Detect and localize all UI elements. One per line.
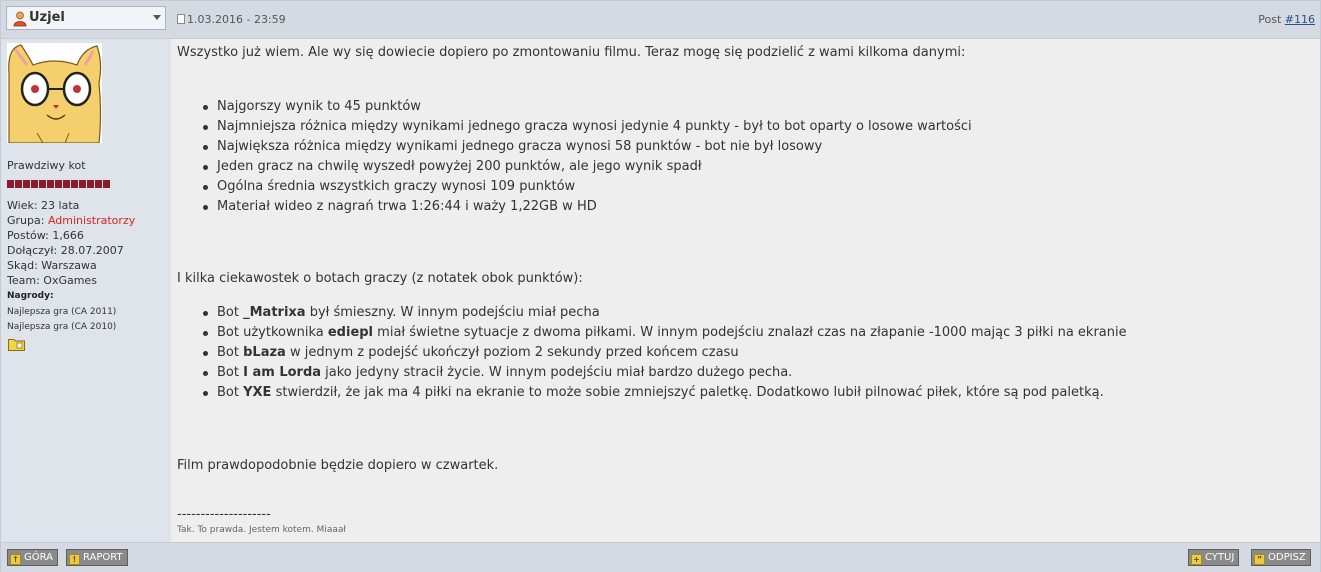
list-item: Bot YXE stwierdził, że jak ma 4 piłki na… [201, 383, 1127, 403]
user-rank: Prawdziwy kot [7, 159, 86, 172]
plus-icon: + [1191, 554, 1202, 565]
post-number: Post #116 [1258, 13, 1315, 26]
bot-text: Bot [217, 345, 244, 360]
rank-pip [7, 180, 14, 188]
bot-name: _Matrixa [243, 305, 306, 320]
bot-text: był śmieszny. W innym podejściu miał pec… [305, 305, 600, 320]
rank-pip [103, 180, 110, 188]
info-label: Team: [7, 274, 44, 287]
list-item: Jeden gracz na chwilę wyszedł powyżej 20… [201, 157, 972, 177]
list-item: Bot użytkownika ediepl miał świetne sytu… [201, 323, 1127, 343]
list-item: Ogólna średnia wszystkich graczy wynosi … [201, 177, 972, 197]
user-icon [13, 11, 27, 27]
folder-icon[interactable] [8, 337, 25, 351]
bot-name: ediepl [327, 325, 374, 340]
info-value: 23 lata [41, 199, 80, 212]
post-header: Uzjel 1.03.2016 - 23:59 Post #116 [1, 1, 1320, 39]
rank-pip [71, 180, 78, 188]
rank-pips [7, 173, 111, 192]
info-location: Skąd: Warszawa [7, 258, 135, 273]
bot-name: I am Lorda [243, 365, 322, 380]
dropdown-arrow-icon [153, 15, 161, 20]
bot-text: w jednym z podejść ukończył poziom 2 sek… [285, 345, 739, 360]
info-label: Grupa: [7, 214, 48, 227]
list-item: Bot I am Lorda jako jedyny stracił życie… [201, 363, 1127, 383]
quote-button[interactable]: + CYTUJ [1188, 549, 1240, 566]
info-team: Team: OxGames [7, 273, 135, 288]
rank-pip [63, 180, 70, 188]
info-value: 28.07.2007 [60, 244, 124, 257]
post-date-text: 1.03.2016 - 23:59 [187, 13, 286, 26]
bot-text: Bot użytkownika [217, 325, 328, 340]
rank-pip [79, 180, 86, 188]
warning-icon: ! [69, 554, 80, 565]
list-item: Bot bLaza w jednym z podejść ukończył po… [201, 343, 1127, 363]
bot-text: stwierdził, że jak ma 4 piłki na ekranie… [271, 385, 1104, 400]
top-button-label: GÓRA [24, 552, 54, 563]
report-button-label: RAPORT [83, 552, 123, 563]
user-menu-dropdown[interactable]: Uzjel [6, 6, 166, 30]
list-item: Materiał wideo z nagrań trwa 1:26:44 i w… [201, 197, 972, 217]
rank-pip [15, 180, 22, 188]
info-value: Warszawa [41, 259, 97, 272]
report-button[interactable]: ! RAPORT [66, 549, 128, 566]
info-label: Dołączył: [7, 244, 61, 257]
rank-pip [23, 180, 30, 188]
user-info: Wiek: 23 lata Grupa: Administratorzy Pos… [7, 198, 135, 288]
curiosities-paragraph: I kilka ciekawostek o botach graczy (z n… [177, 271, 583, 286]
closing-paragraph: Film prawdopodobnie będzie dopiero w czw… [177, 458, 499, 473]
list-item: Największa różnica między wynikami jedne… [201, 137, 972, 157]
bots-list: Bot _Matrixa był śmieszny. W innym podej… [201, 303, 1127, 403]
bot-text: miał świetne sytuacje z dwoma piłkami. W… [373, 325, 1127, 340]
post-number-prefix: Post [1258, 13, 1285, 26]
info-label: Wiek: [7, 199, 42, 212]
bot-text: jako jedyny stracił życie. W innym podej… [321, 365, 793, 380]
quote-icon: ” [1254, 554, 1265, 565]
bot-text: Bot [217, 385, 244, 400]
arrow-up-icon: ↑ [10, 554, 21, 565]
list-item: Najgorszy wynik to 45 punktów [201, 97, 972, 117]
rank-pip [95, 180, 102, 188]
awards-list: Najlepsza gra (CA 2011) Najlepsza gra (C… [7, 305, 116, 335]
group-link[interactable]: Administratorzy [48, 214, 135, 227]
bot-name: bLaza [243, 345, 286, 360]
info-label: Postów: [7, 229, 53, 242]
info-age: Wiek: 23 lata [7, 198, 135, 213]
username: Uzjel [29, 10, 65, 25]
top-button[interactable]: ↑ GÓRA [7, 549, 59, 566]
list-item: Najmniejsza różnica między wynikami jedn… [201, 117, 972, 137]
rank-pip [39, 180, 46, 188]
post-number-link[interactable]: #116 [1285, 13, 1315, 26]
signature-separator: -------------------- [177, 507, 271, 522]
info-group: Grupa: Administratorzy [7, 213, 135, 228]
avatar[interactable] [7, 43, 102, 143]
reply-button[interactable]: ” ODPISZ [1251, 549, 1311, 566]
signature: Tak. To prawda. Jestem kotem. Miaaał [177, 525, 346, 535]
reply-button-label: ODPISZ [1268, 552, 1306, 563]
intro-paragraph: Wszystko już wiem. Ale wy się dowiecie d… [177, 45, 966, 60]
forum-post: Uzjel 1.03.2016 - 23:59 Post #116 Prawdz… [0, 0, 1321, 572]
awards-title: Nagrody: [7, 291, 54, 301]
rank-pip [31, 180, 38, 188]
post-date: 1.03.2016 - 23:59 [177, 13, 286, 26]
bot-name: YXE [243, 385, 272, 400]
rank-pip [55, 180, 62, 188]
award-item: Najlepsza gra (CA 2011) [7, 307, 117, 317]
user-sidebar: Prawdziwy kot Wiek: 23 lata Grupa: Admin… [1, 39, 171, 542]
info-joined: Dołączył: 28.07.2007 [7, 243, 135, 258]
bot-text: Bot [217, 365, 244, 380]
post-footer: ↑ GÓRA ! RAPORT + CYTUJ ” ODPISZ [1, 542, 1320, 572]
info-value: 1,666 [52, 229, 84, 242]
quote-button-label: CYTUJ [1205, 552, 1235, 563]
document-icon [177, 14, 185, 24]
info-label: Skąd: [7, 259, 42, 272]
stats-list: Najgorszy wynik to 45 punktów Najmniejsz… [201, 97, 972, 217]
award-item: Najlepsza gra (CA 2010) [7, 322, 117, 332]
info-posts: Postów: 1,666 [7, 228, 135, 243]
rank-pip [87, 180, 94, 188]
info-value: OxGames [43, 274, 97, 287]
bot-text: Bot [217, 305, 244, 320]
rank-pip [47, 180, 54, 188]
list-item: Bot _Matrixa był śmieszny. W innym podej… [201, 303, 1127, 323]
